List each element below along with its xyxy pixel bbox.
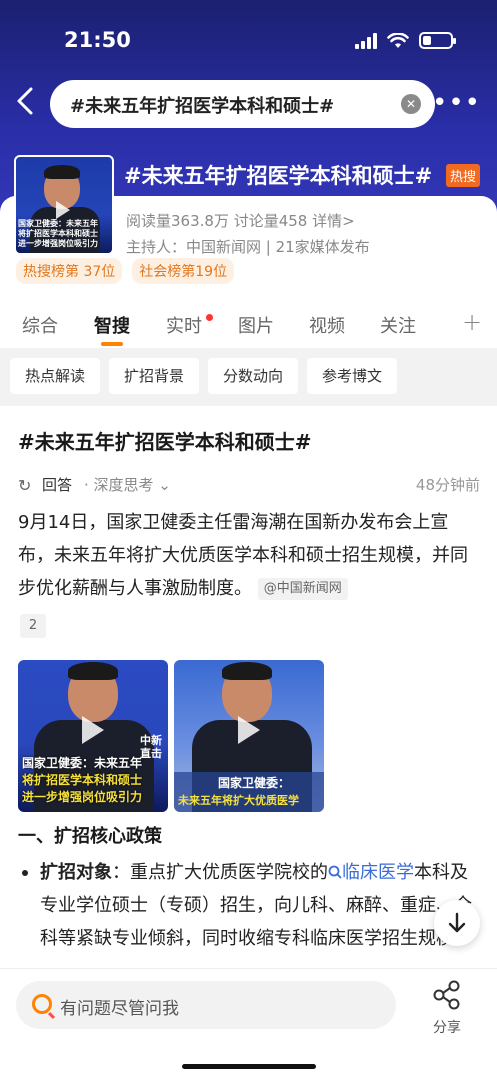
answer-meta: ↻ 回答 · 深度思考 ⌄ 48分钟前: [18, 474, 480, 496]
bullet-paragraph: 扩招对象：重点扩大优质医学院校的 临床医学本科及专业学位硕士（专硕）招生，向儿科、…: [40, 862, 472, 949]
nav-row: #未来五年扩招医学本科和硕士# ✕ •••: [0, 80, 497, 128]
back-button[interactable]: [10, 86, 40, 122]
chip-hot-interpretation[interactable]: 热点解读: [10, 358, 100, 394]
chips-row: 热点解读 扩招背景 分数动向 参考博文: [0, 348, 497, 406]
bullet-dot: [22, 870, 28, 876]
tab-bar: 综合 智搜 实时 图片 视频 关注 +: [0, 304, 497, 348]
scroll-down-button[interactable]: [434, 900, 480, 946]
content-title: #未来五年扩招医学本科和硕士#: [18, 430, 312, 454]
rank-badge-social[interactable]: 社会榜第19位: [132, 258, 235, 284]
source-link[interactable]: @中国新闻网: [257, 578, 348, 600]
topic-title: #未来五年扩招医学本科和硕士#: [124, 164, 433, 188]
video-thumbnail-2[interactable]: 国家卫健委： 未来五年将扩大优质医学: [174, 660, 324, 812]
share-button[interactable]: 分享: [424, 979, 470, 1039]
active-tab-indicator: [101, 342, 123, 346]
status-time: 21:50: [64, 28, 131, 52]
answer-label: 回答: [42, 476, 73, 494]
chip-score-trends[interactable]: 分数动向: [208, 358, 298, 394]
arrow-down-icon: [448, 912, 466, 933]
wifi-icon: [387, 32, 409, 48]
topic-thumbnail[interactable]: 国家卫健委：未来五年 将扩招医学本科和硕士 进一步增强岗位吸引力: [14, 155, 114, 255]
ask-placeholder: 有问题尽管问我: [60, 999, 179, 1019]
tab-smart-search[interactable]: 智搜: [94, 312, 130, 338]
chip-expansion-background[interactable]: 扩招背景: [109, 358, 199, 394]
play-icon: [82, 716, 104, 744]
refresh-icon: ↻: [18, 476, 32, 495]
clear-search-button[interactable]: ✕: [401, 94, 421, 114]
chip-reference-posts[interactable]: 参考博文: [307, 358, 397, 394]
new-dot-badge: [206, 314, 213, 321]
search-query: #未来五年扩招医学本科和硕士#: [70, 96, 335, 117]
tab-general[interactable]: 综合: [22, 312, 58, 338]
video-caption: 国家卫健委： 未来五年将扩大优质医学: [174, 772, 324, 812]
tab-images[interactable]: 图片: [238, 312, 274, 338]
rank-badges: 热搜榜第 37位 社会榜第19位: [16, 258, 235, 284]
tab-videos[interactable]: 视频: [309, 312, 345, 338]
rank-badge-hot[interactable]: 热搜榜第 37位: [16, 258, 123, 284]
more-options-button[interactable]: •••: [432, 88, 481, 118]
video-thumbnail-1[interactable]: 中新 直击 国家卫健委：未来五年 将扩招医学本科和硕士 进一步增强岗位吸引力: [18, 660, 168, 812]
section-heading: 一、扩招核心政策: [18, 826, 162, 847]
deep-think-toggle[interactable]: · 深度思考 ⌄: [84, 474, 171, 495]
add-tab-icon[interactable]: +: [462, 308, 482, 336]
tab-realtime[interactable]: 实时: [166, 312, 202, 338]
chevron-left-icon: [17, 87, 33, 115]
play-icon: [56, 201, 70, 219]
ask-input[interactable]: 有问题尽管问我: [16, 981, 396, 1029]
answer-paragraph: 9月14日，国家卫健委主任雷海潮在国新办发布会上宣布，未来五年将扩大优质医学本科…: [18, 512, 468, 600]
search-link[interactable]: 临床医学: [328, 862, 414, 883]
search-input[interactable]: #未来五年扩招医学本科和硕士# ✕: [50, 80, 435, 128]
citation-count[interactable]: 2: [20, 614, 46, 638]
news-logo: 中新 直击: [140, 734, 162, 760]
video-caption: 国家卫健委：未来五年 将扩招医学本科和硕士 进一步增强岗位吸引力: [22, 756, 143, 804]
hot-badge: 热搜: [446, 164, 481, 187]
topic-host: 主持人：中国新闻网 | 21家媒体发布: [126, 238, 370, 256]
thumbnail-caption: 国家卫健委：未来五年 将扩招医学本科和硕士 进一步增强岗位吸引力: [18, 219, 98, 248]
answer-time: 48分钟前: [415, 476, 480, 494]
ai-search-icon: [32, 994, 52, 1014]
search-icon: [328, 865, 342, 879]
status-bar: 21:50: [0, 0, 497, 78]
topic-stats[interactable]: 阅读量363.8万 讨论量458 详情>: [126, 210, 355, 231]
battery-icon: [419, 32, 456, 49]
home-indicator: [182, 1064, 316, 1069]
status-icons: [355, 32, 456, 49]
tab-follow[interactable]: 关注: [380, 312, 416, 338]
share-label: 分享: [433, 1020, 461, 1036]
play-icon: [238, 716, 260, 744]
signal-icon: [355, 32, 377, 49]
share-icon: [433, 980, 460, 1010]
